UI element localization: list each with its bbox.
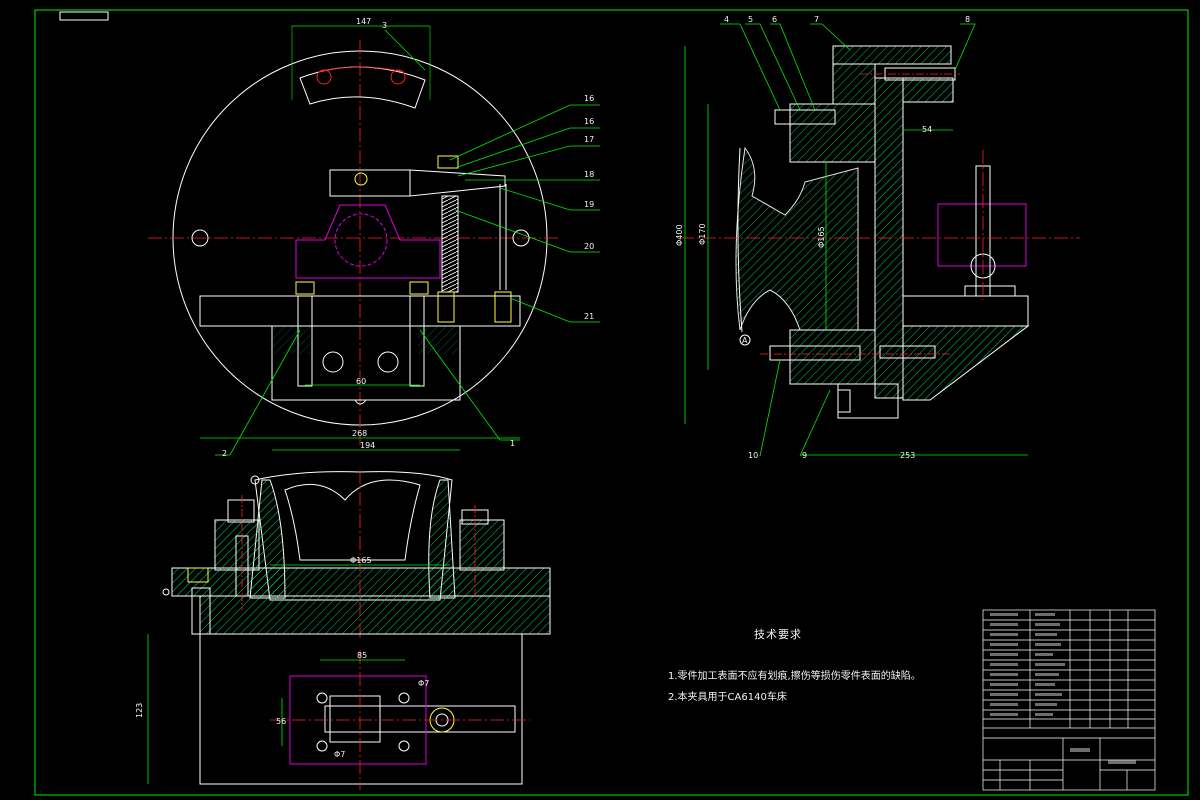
balloon-9: 9 [802, 451, 807, 460]
dim-side-step: 54 [922, 125, 932, 134]
front-view: Φ165 123 85 56 Φ7 Φ7 [135, 470, 551, 790]
balloon-8: 8 [965, 15, 970, 24]
balloon-6: 6 [772, 15, 777, 24]
dim-front-hole-top: Φ7 [418, 679, 429, 688]
balloon-5: 5 [748, 15, 753, 24]
top-view-labels: 147 268 194 60 16 16 17 18 19 20 21 1 2 … [222, 17, 594, 458]
dim-front-side: 56 [276, 717, 286, 726]
balloon-1: 1 [510, 439, 515, 448]
dim-base2: 194 [360, 441, 375, 450]
dim-side-bore: Φ170 [698, 223, 707, 245]
balloon-18: 18 [584, 170, 594, 179]
dim-front-slot: 85 [357, 651, 367, 660]
side-view: Φ400 Φ170 Φ165 253 54 4 5 6 7 8 10 9 A [675, 15, 1080, 460]
dim-front-height: 123 [135, 703, 144, 718]
balloon-2: 2 [222, 449, 227, 458]
balloon-16b: 16 [584, 117, 594, 126]
balloon-7: 7 [814, 15, 819, 24]
dim-front-width: Φ165 [350, 556, 372, 565]
top-view: 147 268 194 60 16 16 17 18 19 20 21 1 2 … [148, 17, 600, 458]
dim-side-inner: Φ165 [817, 226, 826, 248]
datum-a: A [742, 336, 748, 345]
dim-base: 268 [352, 429, 367, 438]
dim-top-width: 147 [356, 17, 371, 26]
sheet-border [34, 9, 1189, 796]
dim-front-hole-bottom: Φ7 [334, 750, 345, 759]
balloon-3: 3 [382, 21, 387, 30]
balloon-21: 21 [584, 312, 594, 321]
dim-hole: 60 [356, 377, 366, 386]
balloon-10: 10 [748, 451, 758, 460]
dim-side-height: Φ400 [675, 224, 684, 246]
balloon-19: 19 [584, 200, 594, 209]
balloon-20: 20 [584, 242, 594, 251]
balloon-16a: 16 [584, 94, 594, 103]
notes-heading: 技术要求 [754, 628, 802, 641]
dim-side-length: 253 [900, 451, 915, 460]
note-item-1: 1.零件加工表面不应有划痕,擦伤等损伤零件表面的缺陷。 [668, 671, 921, 682]
balloon-17: 17 [584, 135, 594, 144]
balloon-4: 4 [724, 15, 729, 24]
note-item-2: 2.本夹具用于CA6140车床 [668, 692, 787, 703]
drawing-sheet: 147 268 194 60 16 16 17 18 19 20 21 1 2 … [34, 9, 1189, 796]
